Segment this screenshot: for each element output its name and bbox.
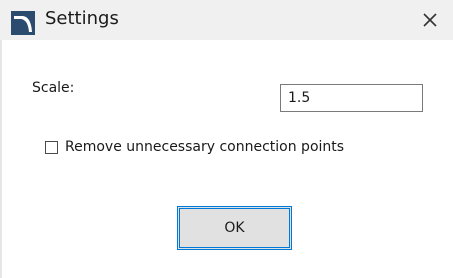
title-bar[interactable]: Settings bbox=[0, 0, 453, 40]
remove-points-label: Remove unnecessary connection points bbox=[65, 139, 345, 155]
scale-label: Scale: bbox=[32, 80, 75, 96]
remove-points-option[interactable]: Remove unnecessary connection points bbox=[45, 139, 344, 155]
close-button[interactable] bbox=[407, 0, 453, 40]
close-icon bbox=[423, 13, 437, 27]
app-window-icon bbox=[11, 11, 35, 35]
ok-button-label: OK bbox=[224, 220, 245, 236]
window-left-border bbox=[0, 40, 2, 278]
scale-input[interactable] bbox=[280, 84, 423, 112]
remove-points-checkbox[interactable] bbox=[45, 140, 58, 154]
ok-button[interactable]: OK bbox=[177, 206, 292, 250]
settings-dialog: Settings Scale: Remove unnecessary conne… bbox=[0, 0, 453, 278]
window-title: Settings bbox=[45, 8, 119, 29]
